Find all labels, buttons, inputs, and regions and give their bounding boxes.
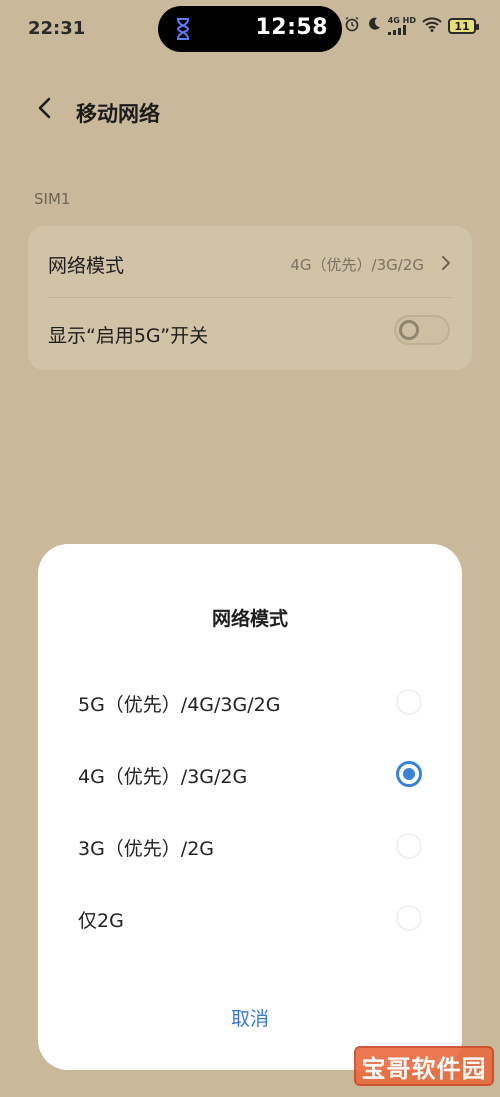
radio-button-selected[interactable] xyxy=(396,761,422,787)
signal-icon: 4G HD xyxy=(387,16,416,35)
status-bar: 22:31 12:58 4G HD 11 xyxy=(0,0,500,58)
show-5g-row[interactable]: 显示“启用5G”开关 xyxy=(28,298,472,368)
wifi-icon xyxy=(422,16,442,36)
dialog-title: 网络模式 xyxy=(211,608,288,630)
toggle-knob xyxy=(399,320,419,340)
settings-card: 网络模式 4G（优先）/3G/2G 显示“启用5G”开关 xyxy=(28,226,472,370)
radio-button[interactable] xyxy=(396,833,422,859)
chevron-left-icon xyxy=(37,97,51,123)
option-3g-preferred[interactable]: 3G（优先）/2G xyxy=(38,810,462,882)
battery-icon: 11 xyxy=(448,18,479,34)
option-label: 5G（优先）/4G/3G/2G xyxy=(78,694,281,716)
network-mode-dialog: 网络模式 5G（优先）/4G/3G/2G 4G（优先）/3G/2G 3G（优先）… xyxy=(38,544,462,1070)
network-mode-value: 4G（优先）/3G/2G xyxy=(290,256,424,274)
option-2g-only[interactable]: 仅2G xyxy=(38,882,462,954)
cancel-button[interactable]: 取消 xyxy=(200,994,300,1040)
header: 移动网络 xyxy=(0,86,500,136)
section-label-sim: SIM1 xyxy=(34,190,71,208)
page-title: 移动网络 xyxy=(76,102,160,126)
dynamic-island[interactable]: 12:58 xyxy=(158,6,342,52)
watermark-logo: 宝哥软件园 xyxy=(354,1046,494,1086)
network-mode-row[interactable]: 网络模式 4G（优先）/3G/2G xyxy=(28,228,472,298)
moon-icon xyxy=(366,16,382,36)
option-5g-preferred[interactable]: 5G（优先）/4G/3G/2G xyxy=(38,666,462,738)
network-type-label: 4G HD xyxy=(387,16,416,25)
back-button[interactable] xyxy=(30,96,58,124)
option-label: 4G（优先）/3G/2G xyxy=(78,766,248,788)
island-time: 12:58 xyxy=(255,15,328,40)
show-5g-label: 显示“启用5G”开关 xyxy=(48,325,209,347)
chevron-right-icon xyxy=(438,254,454,272)
option-label: 3G（优先）/2G xyxy=(78,838,215,860)
option-4g-preferred[interactable]: 4G（优先）/3G/2G xyxy=(38,738,462,810)
network-mode-label: 网络模式 xyxy=(48,255,125,277)
radio-button[interactable] xyxy=(396,689,422,715)
alarm-icon xyxy=(344,16,360,36)
option-label: 仅2G xyxy=(78,910,124,932)
show-5g-toggle[interactable] xyxy=(394,315,450,345)
status-icons: 4G HD 11 xyxy=(344,16,479,36)
hourglass-icon xyxy=(168,14,198,44)
status-time: 22:31 xyxy=(28,18,86,39)
radio-button[interactable] xyxy=(396,905,422,931)
